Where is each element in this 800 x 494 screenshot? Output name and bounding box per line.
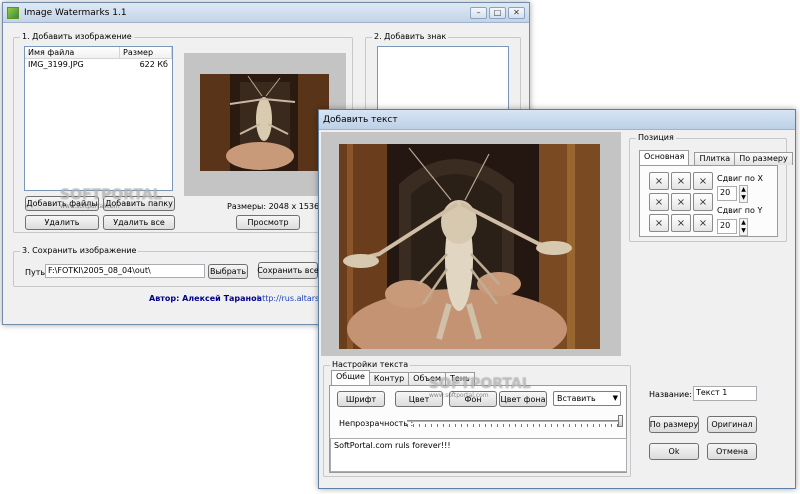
file-row-size: 622 Кб (139, 60, 168, 69)
position-top-left[interactable]: × (649, 172, 669, 190)
position-group-label: Позиция (636, 133, 676, 142)
delete-button[interactable]: Удалить (25, 215, 99, 230)
position-bottom-center[interactable]: × (671, 214, 691, 232)
shift-x-label: Сдвиг по X (717, 174, 763, 183)
tab-main[interactable]: Основная (639, 150, 690, 165)
preview-button[interactable]: Просмотр (236, 215, 300, 230)
close-button[interactable]: ✕ (508, 6, 525, 19)
browse-button[interactable]: Выбрать (208, 264, 248, 279)
position-top-center[interactable]: × (671, 172, 691, 190)
file-row-name: IMG_3199.JPG (28, 60, 84, 69)
tab-tile[interactable]: Плитка (694, 152, 736, 165)
insert-select-value: Вставить (557, 394, 596, 403)
position-middle-left[interactable]: × (649, 193, 669, 211)
shift-x-spinner[interactable]: ▲ ▼ (739, 185, 748, 203)
spin-down-icon[interactable]: ▼ (740, 227, 747, 235)
original-button[interactable]: Оригинал (707, 416, 757, 433)
minimize-button[interactable]: – (470, 6, 487, 19)
background-button[interactable]: Фон (449, 391, 497, 407)
dialog-title: Добавить текст (323, 114, 398, 125)
shift-y-spinner[interactable]: ▲ ▼ (739, 218, 748, 236)
tab-volume[interactable]: Объем (408, 372, 447, 385)
font-button[interactable]: Шрифт (337, 391, 385, 407)
file-list[interactable]: Имя файла Размер IMG_3199.JPG 622 Кб (24, 46, 173, 191)
insert-select[interactable]: Вставить ▼ (553, 391, 621, 406)
author-label: Автор: Алексей Таранов (149, 294, 262, 303)
column-header-filename[interactable]: Имя файла (25, 47, 120, 58)
cancel-button[interactable]: Отмена (707, 443, 757, 460)
tab-by-size[interactable]: По размеру (734, 152, 793, 165)
file-row[interactable]: IMG_3199.JPG 622 Кб (25, 59, 172, 70)
name-label: Название: (649, 390, 692, 399)
save-group-label: 3. Сохранить изображение (20, 246, 139, 255)
main-window-title: Image Watermarks 1.1 (24, 7, 127, 18)
save-all-button[interactable]: Сохранить все (257, 262, 319, 279)
name-input[interactable]: Текст 1 (693, 386, 757, 401)
tab-general[interactable]: Общие (331, 370, 370, 385)
add-image-group-label: 1. Добавить изображение (20, 32, 134, 41)
opacity-slider[interactable] (407, 415, 623, 427)
add-text-dialog: Добавить текст Позиция Основная Плитка П… (318, 109, 796, 489)
position-top-right[interactable]: × (693, 172, 713, 190)
main-titlebar[interactable]: Image Watermarks 1.1 – □ ✕ (3, 3, 529, 23)
opacity-slider-thumb[interactable] (618, 415, 623, 427)
spin-down-icon[interactable]: ▼ (740, 194, 747, 202)
color-button[interactable]: Цвет (395, 391, 443, 407)
dialog-preview-image (339, 144, 600, 349)
delete-all-button[interactable]: Удалить все (103, 215, 175, 230)
add-folder-button[interactable]: Добавить папку (103, 196, 175, 211)
column-header-size[interactable]: Размер (120, 47, 172, 58)
tab-outline[interactable]: Контур (368, 372, 410, 385)
preview-thumbnail (200, 74, 329, 171)
opacity-slider-track (407, 420, 623, 422)
position-bottom-left[interactable]: × (649, 214, 669, 232)
image-dimensions: Размеры: 2048 x 1536 (227, 202, 320, 211)
add-files-button[interactable]: Добавить файлы (25, 196, 99, 211)
text-settings-group-label: Настройки текста (330, 360, 411, 369)
text-content-input[interactable]: SoftPortal.com ruls forever!!! (330, 438, 627, 472)
maximize-button[interactable]: □ (489, 6, 506, 19)
add-mark-group-label: 2. Добавить знак (372, 32, 449, 41)
ok-button[interactable]: Ok (649, 443, 699, 460)
shift-y-label: Сдвиг по Y (717, 206, 763, 215)
opacity-slider-ticks (407, 424, 623, 427)
opacity-label: Непрозрачность : (339, 419, 414, 428)
shift-y-input[interactable]: 20 (717, 219, 737, 234)
position-bottom-right[interactable]: × (693, 214, 713, 232)
position-middle-center[interactable]: × (671, 193, 691, 211)
spin-up-icon[interactable]: ▲ (740, 219, 747, 227)
chevron-down-icon[interactable]: ▼ (613, 392, 618, 405)
position-middle-right[interactable]: × (693, 193, 713, 211)
fit-size-button[interactable]: По размеру (649, 416, 699, 433)
spin-up-icon[interactable]: ▲ (740, 186, 747, 194)
path-input[interactable]: F:\FOTKI\2005_08_04\out\ (45, 264, 205, 278)
app-icon (7, 6, 19, 19)
dialog-titlebar[interactable]: Добавить текст (319, 110, 795, 130)
bg-color-button[interactable]: Цвет фона (499, 391, 547, 407)
tab-shadow[interactable]: Тень (445, 372, 475, 385)
shift-x-input[interactable]: 20 (717, 186, 737, 201)
